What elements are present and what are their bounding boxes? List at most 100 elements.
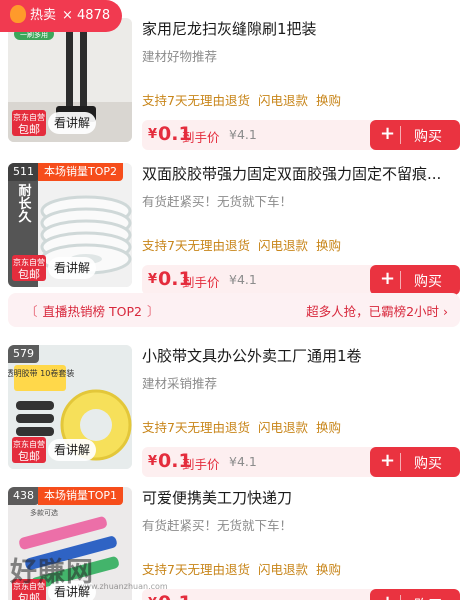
- service-tag: 闪电退款: [257, 238, 308, 253]
- banner-right-text[interactable]: 超多人抢，已霸榜2小时 ›: [306, 301, 448, 320]
- product-subtitle: 有货赶紧买！无货就下车！: [142, 194, 293, 209]
- store-badge: 京东自营 包邮: [12, 437, 46, 463]
- price-label: 到手价: [182, 130, 220, 145]
- product-image[interactable]: 耐长久 511 本场销量TOP2 京东自营 包邮 看讲解: [8, 163, 132, 287]
- product-info: 可爱便携美工刀快递刀 有货赶紧买！无货就下车！ 支持7天无理由退货 闪电退款 换购 …: [142, 487, 460, 600]
- service-tag: 换购: [315, 93, 341, 108]
- price-bar: ¥ 0.1 到手价 ¥4.1 + 购买: [142, 447, 460, 477]
- service-tag: 支持7天无理由退货: [142, 93, 250, 108]
- currency-symbol: ¥: [148, 127, 158, 142]
- flame-icon: [10, 5, 26, 23]
- service-tag: 换购: [315, 562, 341, 577]
- service-tags: 支持7天无理由退货 闪电退款 换购: [142, 417, 349, 436]
- product-image[interactable]: 透明胶带 10卷套装 579 京东自营 包邮 看讲解: [8, 345, 132, 469]
- product-subtitle: 建材好物推荐: [142, 49, 218, 64]
- service-tag: 支持7天无理由退货: [142, 420, 250, 435]
- rank-badge: 511: [8, 163, 39, 181]
- watermark-url: www.zhuanzhuan.com: [78, 582, 168, 591]
- product-info: 双面胶胶带强力固定双面胶强力固定不留痕... 有货赶紧买！无货就下车！ 支持7天…: [142, 163, 460, 295]
- hot-sale-count: × 4878: [62, 8, 111, 23]
- currency-symbol: ¥: [148, 596, 157, 600]
- currency-symbol: ¥: [148, 454, 158, 469]
- buy-label: 购买: [414, 595, 442, 600]
- product-title[interactable]: 双面胶胶带强力固定双面胶强力固定不留痕...: [142, 163, 460, 185]
- store-badge-line1: 京东自营: [13, 113, 45, 122]
- service-tag: 换购: [315, 420, 341, 435]
- service-tag: 支持7天无理由退货: [142, 562, 250, 577]
- rank-badge: 579: [8, 345, 39, 363]
- explain-button[interactable]: 看讲解: [48, 112, 97, 134]
- product-title[interactable]: 可爱便携美工刀快递刀: [142, 487, 460, 509]
- service-tag: 闪电退款: [257, 420, 308, 435]
- product-image[interactable]: 一刷多用 京东自营 包邮 看讲解: [8, 18, 132, 142]
- top-sales-tag: 本场销量TOP1: [38, 487, 124, 505]
- plus-icon: +: [380, 592, 395, 600]
- product-card[interactable]: 耐长久 511 本场销量TOP2 京东自营 包邮 看讲解 双面胶胶带强力固定双面胶…: [8, 163, 460, 295]
- rank-number: 511: [13, 165, 34, 178]
- service-tags: 支持7天无理由退货 闪电退款 换购: [142, 559, 349, 578]
- explain-button[interactable]: 看讲解: [48, 257, 97, 279]
- rank-number: 579: [13, 347, 34, 360]
- product-list: 热卖 × 4878 一刷多用 京东自营 包邮 看讲解 家用尼龙扫灰缝隙刷1把装 建材…: [0, 0, 468, 600]
- original-price: ¥4.1: [229, 127, 257, 142]
- hot-rank-banner[interactable]: 〔直播热销榜 TOP2 〕 超多人抢，已霸榜2小时 ›: [8, 293, 460, 327]
- hot-sale-badge[interactable]: 热卖 × 4878: [0, 0, 123, 32]
- original-price: ¥4.1: [229, 272, 257, 287]
- top-sales-tag: 本场销量TOP2: [38, 163, 124, 181]
- thumb-label: 透明胶带 10卷套装: [8, 368, 74, 378]
- plus-icon: +: [380, 268, 396, 289]
- product-info: 家用尼龙扫灰缝隙刷1把装 建材好物推荐 支持7天无理由退货 闪电退款 换购 ¥ 0.…: [142, 18, 460, 150]
- product-card[interactable]: 一刷多用 京东自营 包邮 看讲解 家用尼龙扫灰缝隙刷1把装 建材好物推荐 支持7天…: [8, 18, 460, 150]
- price-label: 到手价: [182, 457, 220, 472]
- plus-icon: +: [380, 450, 396, 471]
- currency-symbol: ¥: [148, 272, 158, 287]
- service-tags: 支持7天无理由退货 闪电退款 换购: [142, 235, 349, 254]
- buy-button[interactable]: + 购买: [370, 589, 460, 600]
- buy-button[interactable]: + 购买: [370, 447, 460, 477]
- buy-button[interactable]: + 购买: [370, 265, 460, 295]
- buy-button[interactable]: + 购买: [370, 120, 460, 150]
- price-label: 到手价: [182, 596, 220, 600]
- price-bar: ¥ 0.1 到手价 + 购买: [142, 589, 460, 600]
- banner-left: 〔直播热销榜 TOP2 〕: [20, 301, 164, 320]
- buy-label: 购买: [414, 456, 442, 472]
- product-subtitle: 建材采销推荐: [142, 376, 218, 391]
- hot-sale-label: 热卖: [30, 8, 57, 23]
- rank-badge: 438: [8, 487, 39, 505]
- store-badge-line2: 包邮: [18, 123, 40, 136]
- store-badge-line2: 包邮: [18, 450, 40, 463]
- store-badge-line1: 京东自营: [13, 440, 45, 449]
- product-card[interactable]: 透明胶带 10卷套装 579 京东自营 包邮 看讲解 小胶带文具办公外卖工厂通用1…: [8, 345, 460, 477]
- original-price: ¥4.1: [229, 454, 257, 469]
- product-title[interactable]: 家用尼龙扫灰缝隙刷1把装: [142, 18, 460, 40]
- store-badge-line2: 包邮: [18, 268, 40, 281]
- rank-number: 438: [13, 489, 34, 502]
- price-bar: ¥ 0.1 到手价 ¥4.1 + 购买: [142, 120, 460, 150]
- product-info: 小胶带文具办公外卖工厂通用1卷 建材采销推荐 支持7天无理由退货 闪电退款 换购 ¥…: [142, 345, 460, 477]
- buy-label: 购买: [414, 274, 442, 290]
- explain-button[interactable]: 看讲解: [48, 439, 97, 461]
- service-tags: 支持7天无理由退货 闪电退款 换购: [142, 90, 349, 109]
- store-badge: 京东自营 包邮: [12, 110, 46, 136]
- laurel-right-icon: 〕: [146, 304, 160, 319]
- product-subtitle: 有货赶紧买！无货就下车！: [142, 518, 293, 533]
- thumb-label: 耐长久: [16, 183, 32, 224]
- plus-icon: +: [380, 123, 396, 144]
- divider: [400, 271, 401, 289]
- product-title[interactable]: 小胶带文具办公外卖工厂通用1卷: [142, 345, 460, 367]
- price-bar: ¥ 0.1 到手价 ¥4.1 + 购买: [142, 265, 460, 295]
- service-tag: 闪电退款: [257, 562, 308, 577]
- service-tag: 换购: [315, 238, 341, 253]
- banner-left-text: 直播热销榜 TOP2: [42, 304, 142, 319]
- divider: [400, 453, 401, 471]
- buy-label: 购买: [414, 129, 442, 145]
- divider: [400, 595, 401, 600]
- price-label: 到手价: [182, 275, 220, 290]
- service-tag: 闪电退款: [257, 93, 308, 108]
- store-badge: 京东自营 包邮: [12, 255, 46, 281]
- thumb-label: 多款可选: [30, 508, 58, 517]
- store-badge-line2: 包邮: [18, 592, 40, 600]
- store-badge-line1: 京东自营: [13, 258, 45, 267]
- laurel-left-icon: 〔: [25, 304, 38, 319]
- divider: [400, 126, 401, 144]
